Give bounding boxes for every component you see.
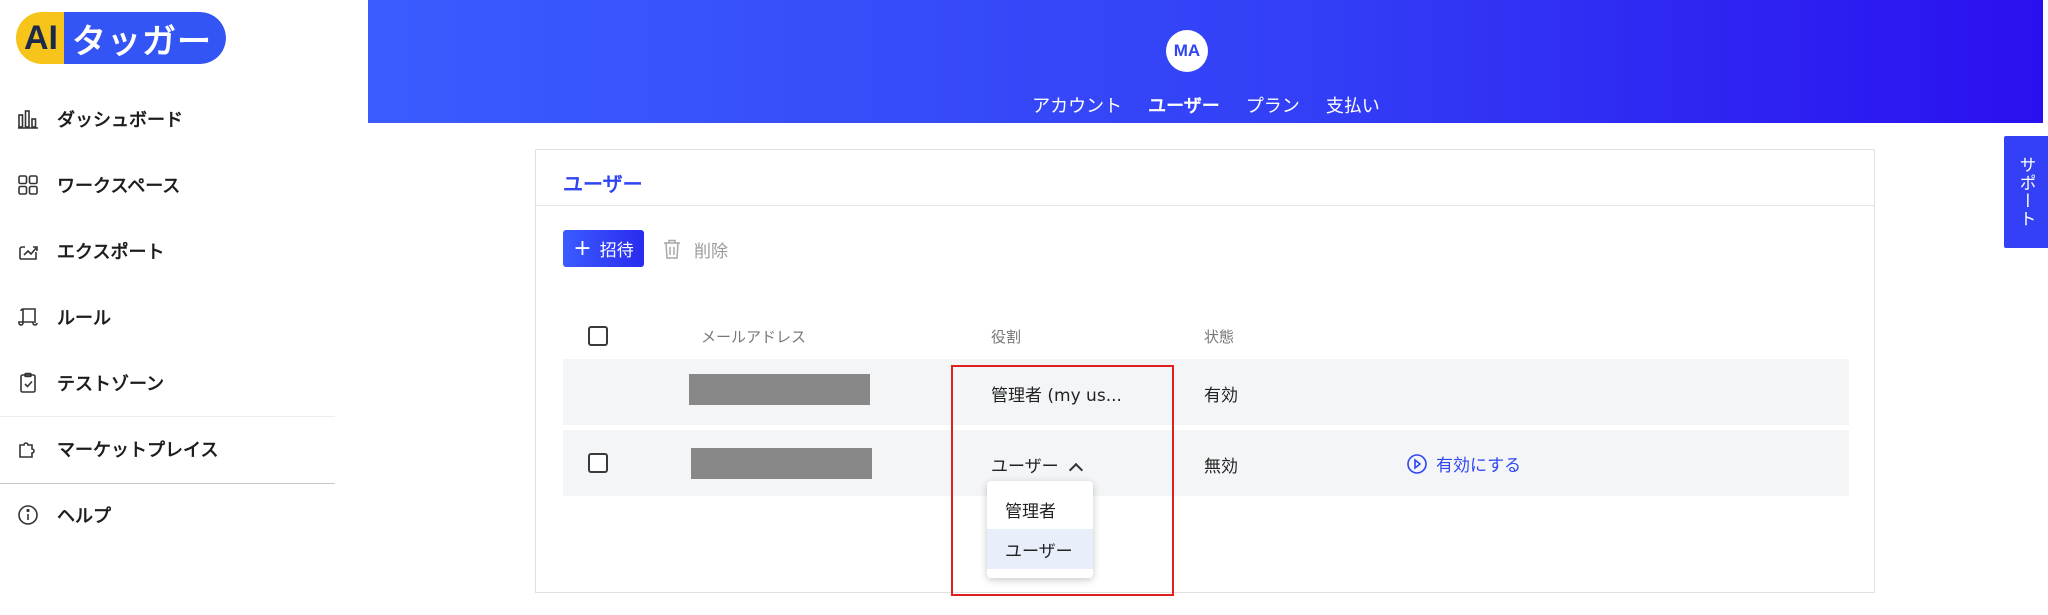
sidebar-item-workspace[interactable]: ワークスペース <box>0 152 335 218</box>
delete-label: 削除 <box>694 241 728 262</box>
scroll-icon <box>17 306 39 328</box>
sidebar-item-label: ダッシュボード <box>57 110 183 131</box>
column-header-role[interactable]: 役割 <box>991 326 1021 347</box>
sidebar: AI タッガー ダッシュボード ワークスペース エクスポート ルール テストゾー… <box>0 0 335 615</box>
redacted-email <box>689 374 870 405</box>
app-root: AI タッガー ダッシュボード ワークスペース エクスポート ルール テストゾー… <box>0 0 2048 615</box>
clipboard-check-icon <box>17 372 39 394</box>
play-circle-icon <box>1407 453 1427 474</box>
sidebar-item-dashboard[interactable]: ダッシュボード <box>0 86 335 152</box>
sidebar-item-testzone[interactable]: テストゾーン <box>0 350 335 416</box>
plus-icon: + <box>573 235 592 261</box>
tab-account[interactable]: アカウント <box>1032 92 1122 118</box>
column-header-status[interactable]: 状態 <box>1204 326 1234 347</box>
avatar[interactable]: MA <box>1166 30 1208 72</box>
card-divider <box>536 205 1874 206</box>
status-cell: 無効 <box>1204 457 1238 477</box>
redacted-email <box>691 448 872 479</box>
sidebar-item-label: ヘルプ <box>57 506 111 527</box>
activate-label: 有効にする <box>1436 456 1522 476</box>
sidebar-nav: ダッシュボード ワークスペース エクスポート ルール テストゾーン マーケットプ… <box>0 86 335 548</box>
trash-icon <box>664 239 680 259</box>
tab-payment[interactable]: 支払い <box>1326 92 1380 118</box>
sidebar-item-label: エクスポート <box>57 242 165 263</box>
logo-ai: AI <box>16 12 64 64</box>
column-header-email[interactable]: メールアドレス <box>701 326 806 347</box>
sidebar-item-label: テストゾーン <box>57 374 165 395</box>
invite-label: 招待 <box>599 241 634 261</box>
support-label: サポート <box>2015 156 2036 228</box>
sidebar-item-label: ルール <box>57 308 111 329</box>
sidebar-item-export[interactable]: エクスポート <box>0 218 335 284</box>
delete-button[interactable]: 削除 <box>662 234 728 264</box>
export-icon <box>17 240 39 262</box>
sidebar-item-label: マーケットプレイス <box>57 440 219 461</box>
status-cell: 有効 <box>1204 386 1238 406</box>
tab-users[interactable]: ユーザー <box>1148 92 1220 118</box>
table-row: ユーザー 無効 有効にする <box>563 430 1849 496</box>
bar-chart-icon <box>17 108 39 130</box>
table-row: 管理者 (my us... 有効 <box>563 359 1849 425</box>
support-tab[interactable]: サポート <box>2004 136 2048 248</box>
row-checkbox[interactable] <box>588 453 608 473</box>
tab-plan[interactable]: プラン <box>1246 92 1300 118</box>
sidebar-item-rules[interactable]: ルール <box>0 284 335 350</box>
sidebar-item-marketplace[interactable]: マーケットプレイス <box>0 416 335 482</box>
grid-icon <box>17 174 39 196</box>
select-all-checkbox[interactable] <box>588 326 608 346</box>
logo-word: タッガー <box>64 12 226 64</box>
info-icon <box>17 504 39 526</box>
top-header: MA アカウント ユーザー プラン 支払い <box>368 0 2043 123</box>
sidebar-item-help[interactable]: ヘルプ <box>0 482 335 548</box>
activate-link[interactable]: 有効にする <box>1406 451 1521 476</box>
card-title: ユーザー <box>563 172 643 196</box>
sidebar-item-label: ワークスペース <box>57 176 181 197</box>
logo[interactable]: AI タッガー <box>16 12 226 64</box>
puzzle-icon <box>17 438 39 460</box>
account-tabs: アカウント ユーザー プラン 支払い <box>368 92 2043 118</box>
invite-button[interactable]: + 招待 <box>563 230 644 267</box>
highlight-box <box>951 365 1174 596</box>
users-card: ユーザー + 招待 削除 メールアドレス 役割 状態 管理者 (my us...… <box>535 149 1875 593</box>
